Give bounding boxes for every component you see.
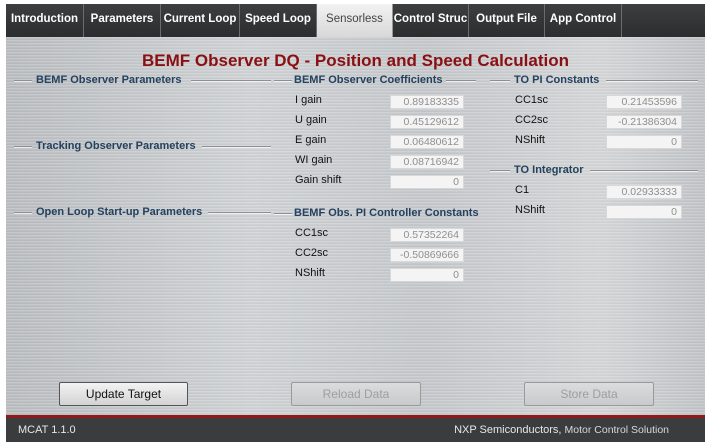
status-bar: MCAT 1.1.0 NXP Semiconductors, Motor Con… — [6, 418, 705, 442]
bemf-coefficients-heading: BEMF Observer Coefficients — [294, 74, 443, 86]
tab-current-loop[interactable]: Current Loop — [161, 4, 240, 37]
to-integrator-nshift-label: NShift — [515, 204, 545, 216]
app-window: Introduction Parameters Current Loop Spe… — [6, 4, 705, 442]
reload-data-button[interactable]: Reload Data — [291, 382, 421, 406]
divider — [490, 80, 510, 81]
u-gain-label: U gain — [295, 114, 327, 126]
tab-app-control[interactable]: App Control — [545, 4, 622, 37]
to-c1-field[interactable]: 0.02933333 — [606, 185, 682, 199]
gain-shift-field[interactable]: 0 — [390, 175, 464, 189]
divider — [274, 213, 292, 214]
divider — [202, 146, 271, 147]
to-cc2sc-label: CC2sc — [515, 114, 549, 126]
wi-gain-field[interactable]: 0.08716942 — [390, 155, 464, 169]
section-bemf-observer-parameters[interactable]: BEMF Observer Parameters — [36, 74, 182, 86]
section-open-loop-startup-parameters[interactable]: Open Loop Start-up Parameters — [36, 206, 202, 218]
to-c1-label: C1 — [515, 184, 530, 196]
tab-sensorless[interactable]: Sensorless — [317, 4, 393, 37]
u-gain-field[interactable]: 0.45129612 — [390, 115, 464, 129]
product-name: Motor Control Solution — [564, 424, 669, 436]
to-pi-constants-heading: TO PI Constants — [514, 74, 600, 86]
bemf-cc2sc-field[interactable]: -0.50869666 — [390, 248, 464, 262]
i-gain-field[interactable]: 0.89183335 — [390, 95, 464, 109]
divider — [446, 80, 476, 81]
divider — [14, 146, 32, 147]
to-integrator-heading: TO Integrator — [514, 164, 584, 176]
sensorless-panel: BEMF Observer DQ - Position and Speed Ca… — [6, 37, 705, 415]
divider — [208, 212, 271, 213]
bemf-cc1sc-label: CC1sc — [295, 227, 329, 239]
bemf-cc1sc-field[interactable]: 0.57352264 — [390, 228, 464, 242]
page-title: BEMF Observer DQ - Position and Speed Ca… — [142, 51, 569, 70]
tab-parameters[interactable]: Parameters — [84, 4, 161, 37]
to-cc2sc-field[interactable]: -0.21386304 — [606, 115, 682, 129]
to-integrator-nshift-field[interactable]: 0 — [606, 205, 682, 219]
e-gain-field[interactable]: 0.06480612 — [390, 135, 464, 149]
tab-control-struc[interactable]: Control Struc — [393, 4, 469, 37]
company-name: NXP Semiconductors, — [454, 424, 562, 436]
to-nshift-label: NShift — [515, 134, 545, 146]
to-cc1sc-label: CC1sc — [515, 94, 549, 106]
divider — [606, 80, 698, 81]
i-gain-label: I gain — [295, 94, 322, 106]
divider — [274, 80, 292, 81]
to-cc1sc-field[interactable]: 0.21453596 — [606, 95, 682, 109]
store-data-button[interactable]: Store Data — [524, 382, 654, 406]
section-tracking-observer-parameters[interactable]: Tracking Observer Parameters — [36, 140, 196, 152]
divider — [14, 212, 32, 213]
bemf-pi-constants-heading: BEMF Obs. PI Controller Constants — [294, 207, 479, 219]
gain-shift-label: Gain shift — [295, 174, 342, 186]
tab-speed-loop[interactable]: Speed Loop — [240, 4, 317, 37]
e-gain-label: E gain — [295, 134, 327, 146]
bemf-cc2sc-label: CC2sc — [295, 247, 329, 259]
wi-gain-label: WI gain — [295, 154, 333, 166]
company-label: NXP Semiconductors, Motor Control Soluti… — [454, 424, 669, 436]
update-target-button[interactable]: Update Target — [59, 382, 188, 406]
divider — [590, 170, 698, 171]
divider — [191, 80, 271, 81]
bemf-nshift-label: NShift — [295, 267, 325, 279]
tab-output-file[interactable]: Output File — [469, 4, 545, 37]
version-label: MCAT 1.1.0 — [18, 424, 76, 436]
divider — [490, 170, 510, 171]
divider — [14, 80, 32, 81]
tab-introduction[interactable]: Introduction — [6, 4, 84, 37]
tab-bar: Introduction Parameters Current Loop Spe… — [6, 4, 705, 37]
bemf-nshift-field[interactable]: 0 — [390, 268, 464, 282]
to-nshift-field[interactable]: 0 — [606, 135, 682, 149]
